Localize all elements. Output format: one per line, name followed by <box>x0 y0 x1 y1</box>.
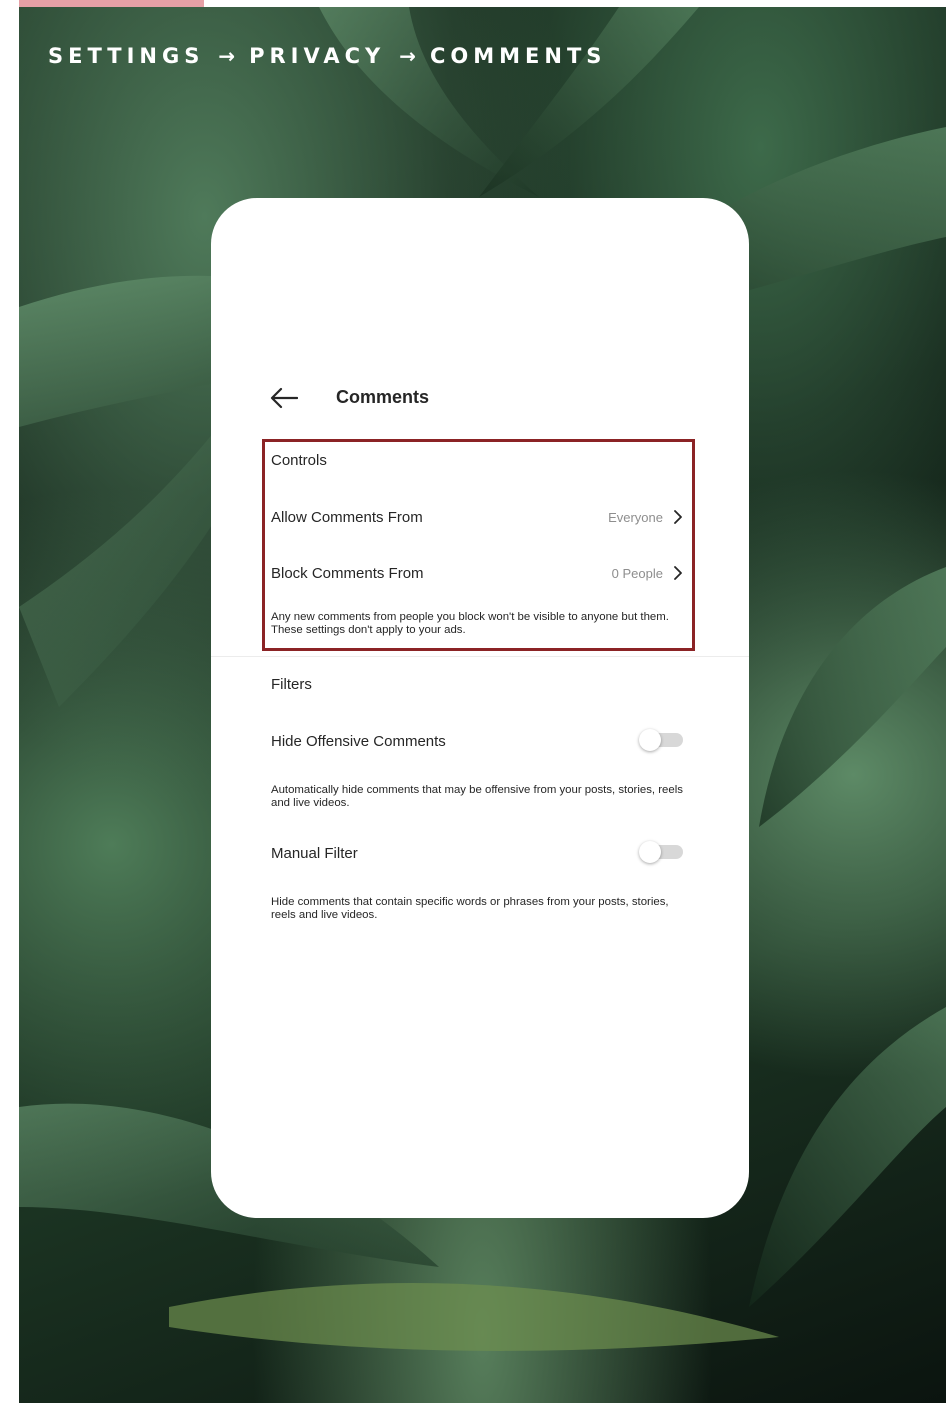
breadcrumb-item-privacy: PRIVACY <box>249 44 386 68</box>
toggle-knob <box>639 841 661 863</box>
hide-offensive-description: Automatically hide comments that may be … <box>271 784 683 809</box>
controls-description: Any new comments from people you block w… <box>271 611 669 636</box>
manual-filter-description: Hide comments that contain specific word… <box>271 896 669 921</box>
manual-filter-label: Manual Filter <box>271 844 358 862</box>
section-divider <box>211 656 749 657</box>
chevron-right-icon <box>674 566 682 580</box>
allow-comments-label: Allow Comments From <box>271 508 423 526</box>
hide-offensive-comments-row: Hide Offensive Comments <box>271 726 531 756</box>
block-comments-label: Block Comments From <box>271 564 424 582</box>
manual-filter-toggle[interactable] <box>639 841 685 863</box>
screen-header: Comments <box>211 378 749 418</box>
hide-offensive-label: Hide Offensive Comments <box>271 732 446 750</box>
page-title: Comments <box>336 387 430 407</box>
allow-comments-from-row[interactable]: Allow Comments From Everyone <box>271 502 685 532</box>
hide-offensive-toggle[interactable] <box>639 729 685 751</box>
section-label-controls: Controls <box>271 452 327 469</box>
toggle-knob <box>639 729 661 751</box>
back-button[interactable] <box>269 386 299 410</box>
phone-screen: Comments Controls Allow Comments From Ev… <box>211 198 749 1218</box>
chevron-right-icon <box>674 510 682 524</box>
breadcrumb: SETTINGS → PRIVACY → COMMENTS <box>48 38 606 74</box>
accent-tab <box>19 0 204 7</box>
breadcrumb-item-comments: COMMENTS <box>429 44 607 68</box>
breadcrumb-item-settings: SETTINGS <box>48 44 205 68</box>
arrow-right-icon: → <box>399 44 416 68</box>
allow-comments-value: Everyone <box>608 509 663 525</box>
manual-filter-row: Manual Filter <box>271 838 531 868</box>
arrow-left-icon <box>270 387 298 409</box>
block-comments-value: 0 People <box>611 565 663 581</box>
section-label-filters: Filters <box>271 676 312 693</box>
block-comments-from-row[interactable]: Block Comments From 0 People <box>271 558 685 588</box>
arrow-right-icon: → <box>218 44 236 68</box>
